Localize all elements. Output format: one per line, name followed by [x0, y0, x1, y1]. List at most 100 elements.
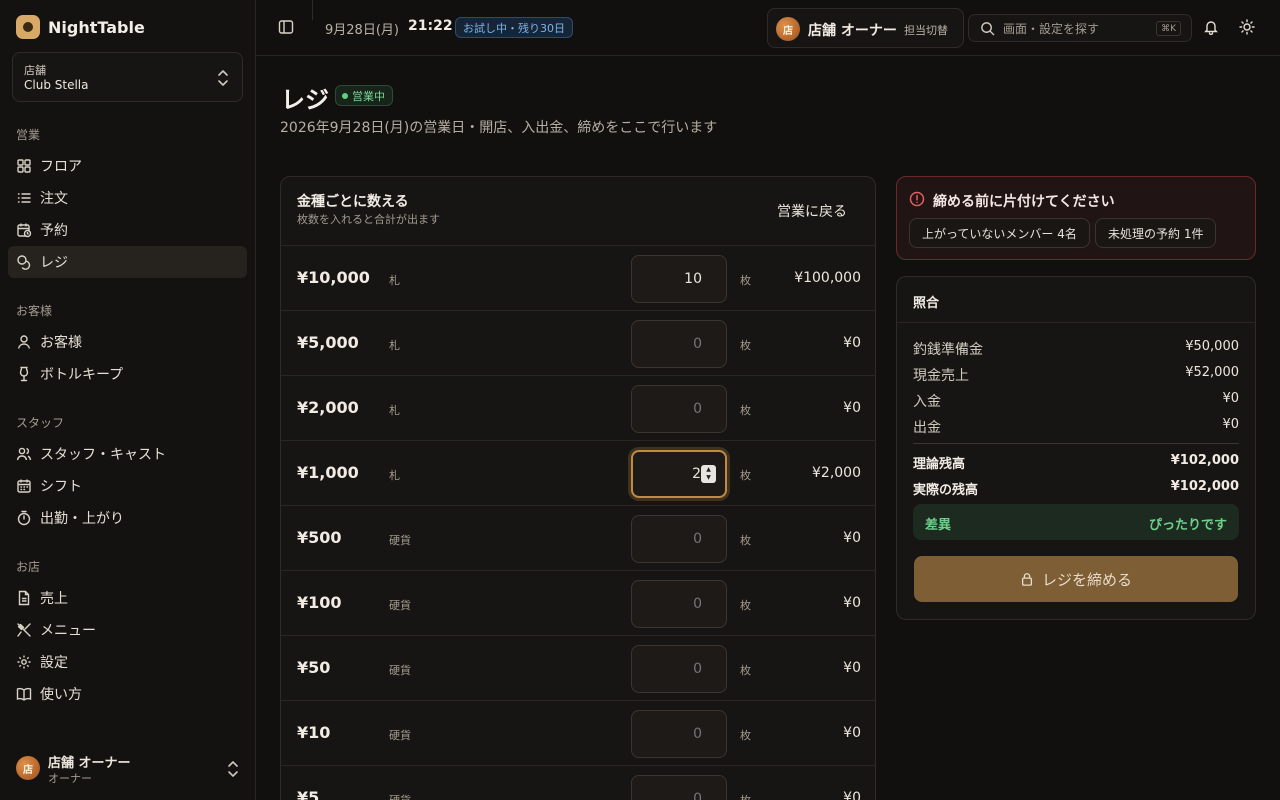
- denomination-amount: ¥50: [297, 658, 331, 677]
- divider: [913, 443, 1239, 444]
- count-unit: 枚: [740, 664, 751, 677]
- row-label: 入金: [913, 394, 941, 410]
- denomination-amount: ¥1,000: [297, 463, 359, 482]
- brand[interactable]: NightTable: [16, 15, 145, 39]
- count-input[interactable]: [631, 645, 727, 693]
- search-input[interactable]: [1003, 19, 1143, 39]
- count-input[interactable]: [631, 255, 727, 303]
- sidebar-item-settings[interactable]: 設定: [8, 646, 247, 678]
- store-name: Club Stella: [24, 78, 89, 92]
- sidebar-item-label: 予約: [40, 223, 68, 239]
- card-title: 照合: [913, 296, 940, 311]
- count-input[interactable]: [631, 515, 727, 563]
- chevron-up-down-icon: [228, 761, 238, 777]
- sidebar-item-attendance[interactable]: 出勤・上がり: [8, 502, 247, 534]
- sidebar-item-floor[interactable]: フロア: [8, 150, 247, 182]
- stepper-down-icon[interactable]: ▼: [706, 474, 711, 482]
- sidebar-item-label: メニュー: [40, 623, 96, 639]
- back-to-business-button[interactable]: 営業に戻る: [765, 197, 859, 225]
- denomination-subtotal: ¥2,000: [812, 465, 861, 481]
- chevron-up-down-icon: [218, 70, 228, 86]
- count-input[interactable]: [631, 580, 727, 628]
- sidebar-item-register[interactable]: レジ: [8, 246, 247, 278]
- denomination-subtotal: ¥100,000: [794, 270, 861, 286]
- sidebar-toggle-icon[interactable]: [278, 19, 294, 35]
- denomination-kind: 硬貨: [389, 664, 411, 677]
- count-unit: 枚: [740, 792, 751, 800]
- status-label: 営業中: [352, 89, 385, 103]
- count-unit: 枚: [740, 534, 751, 547]
- count-input[interactable]: [631, 775, 727, 800]
- lock-icon: [1021, 573, 1033, 586]
- reconciliation-card: 照合 釣銭準備金 ¥50,000 現金売上 ¥52,000 入金 ¥0 出金 ¥…: [896, 276, 1256, 620]
- owner-switch-button[interactable]: 店 店舗 オーナー 担当切替: [767, 8, 964, 48]
- count-unit: 枚: [740, 469, 751, 482]
- close-register-button[interactable]: レジを締める: [914, 556, 1238, 602]
- sidebar-item-label: フロア: [40, 159, 82, 175]
- trial-badge: お試し中・残り30日: [455, 17, 573, 38]
- brand-name: NightTable: [48, 17, 145, 37]
- difference-box: 差異 ぴったりです: [913, 504, 1239, 540]
- sidebar-item-shift[interactable]: シフト: [8, 470, 247, 502]
- card-title: 金種ごとに数える: [297, 194, 409, 210]
- denomination-kind: 硬貨: [389, 534, 411, 547]
- denomination-row: ¥5 硬貨 枚 ¥0: [281, 765, 875, 800]
- bell-icon[interactable]: [1203, 19, 1219, 35]
- count-unit: 枚: [740, 729, 751, 742]
- store-switcher[interactable]: 店舗 Club Stella: [12, 52, 243, 102]
- denomination-kind: 硬貨: [389, 599, 411, 612]
- list-icon: [17, 193, 31, 203]
- denomination-row: ¥100 硬貨 枚 ¥0: [281, 570, 875, 635]
- number-stepper[interactable]: ▲ ▼: [701, 465, 716, 483]
- sun-icon[interactable]: [1239, 19, 1255, 35]
- search-box[interactable]: ⌘K: [968, 14, 1192, 42]
- denomination-kind: 札: [389, 469, 400, 482]
- reconcile-row: 出金 ¥0: [913, 417, 1239, 437]
- count-input[interactable]: [631, 385, 727, 433]
- count-input[interactable]: [631, 710, 727, 758]
- denomination-subtotal: ¥0: [843, 790, 861, 800]
- pre-close-warning-card: 締める前に片付けてください 上がっていないメンバー 4名 未処理の予約 1件: [896, 176, 1256, 260]
- count-unit: 枚: [740, 404, 751, 417]
- count-unit: 枚: [740, 274, 751, 287]
- nighttable-logo-icon: [16, 15, 40, 39]
- count-input[interactable]: [631, 320, 727, 368]
- nav-group-title-customers: お客様: [16, 304, 53, 318]
- unfinished-members-chip[interactable]: 上がっていないメンバー 4名: [909, 218, 1090, 248]
- denomination-subtotal: ¥0: [843, 660, 861, 676]
- sidebar-item-guide[interactable]: 使い方: [8, 678, 247, 710]
- actual-balance-row: 実際の残高 ¥102,000: [913, 479, 1239, 499]
- reconcile-row: 釣銭準備金 ¥50,000: [913, 339, 1239, 359]
- denomination-row: ¥10 硬貨 枚 ¥0: [281, 700, 875, 765]
- sidebar-item-orders[interactable]: 注文: [8, 182, 247, 214]
- users-icon: [16, 447, 32, 461]
- denomination-row: ¥1,000 札 ▲ ▼ 枚 ¥2,000: [281, 440, 875, 505]
- denomination-row: ¥50 硬貨 枚 ¥0: [281, 635, 875, 700]
- row-value: ¥102,000: [1170, 453, 1239, 468]
- calendar-clock-icon: [17, 223, 32, 238]
- pending-reservations-chip[interactable]: 未処理の予約 1件: [1095, 218, 1217, 248]
- sidebar-item-label: 設定: [40, 655, 68, 671]
- sidebar-item-label: 使い方: [40, 687, 82, 703]
- user-menu[interactable]: 店 店舗 オーナー オーナー: [16, 752, 240, 785]
- row-label: 実際の残高: [913, 483, 979, 498]
- denomination-subtotal: ¥0: [843, 725, 861, 741]
- sidebar-item-label: レジ: [40, 255, 68, 271]
- stepper-up-icon[interactable]: ▲: [706, 466, 711, 474]
- bottle-icon: [19, 366, 29, 382]
- card-subtitle: 枚数を入れると合計が出ます: [297, 213, 440, 226]
- row-value: ¥0: [1222, 391, 1239, 406]
- sidebar-item-staff-cast[interactable]: スタッフ・キャスト: [8, 438, 247, 470]
- store-label: 店舗: [24, 64, 46, 77]
- sidebar-item-reservations[interactable]: 予約: [8, 214, 247, 246]
- sidebar-item-label: シフト: [40, 479, 82, 495]
- sidebar-item-sales[interactable]: 売上: [8, 582, 247, 614]
- denomination-amount: ¥5,000: [297, 333, 359, 352]
- denomination-row: ¥10,000 札 枚 ¥100,000: [281, 245, 875, 310]
- sidebar-item-label: 注文: [40, 191, 68, 207]
- sidebar-item-customers[interactable]: お客様: [8, 326, 247, 358]
- count-unit: 枚: [740, 339, 751, 352]
- theoretical-balance-row: 理論残高 ¥102,000: [913, 453, 1239, 473]
- sidebar-item-menu[interactable]: メニュー: [8, 614, 247, 646]
- sidebar-item-bottle-keep[interactable]: ボトルキープ: [8, 358, 247, 390]
